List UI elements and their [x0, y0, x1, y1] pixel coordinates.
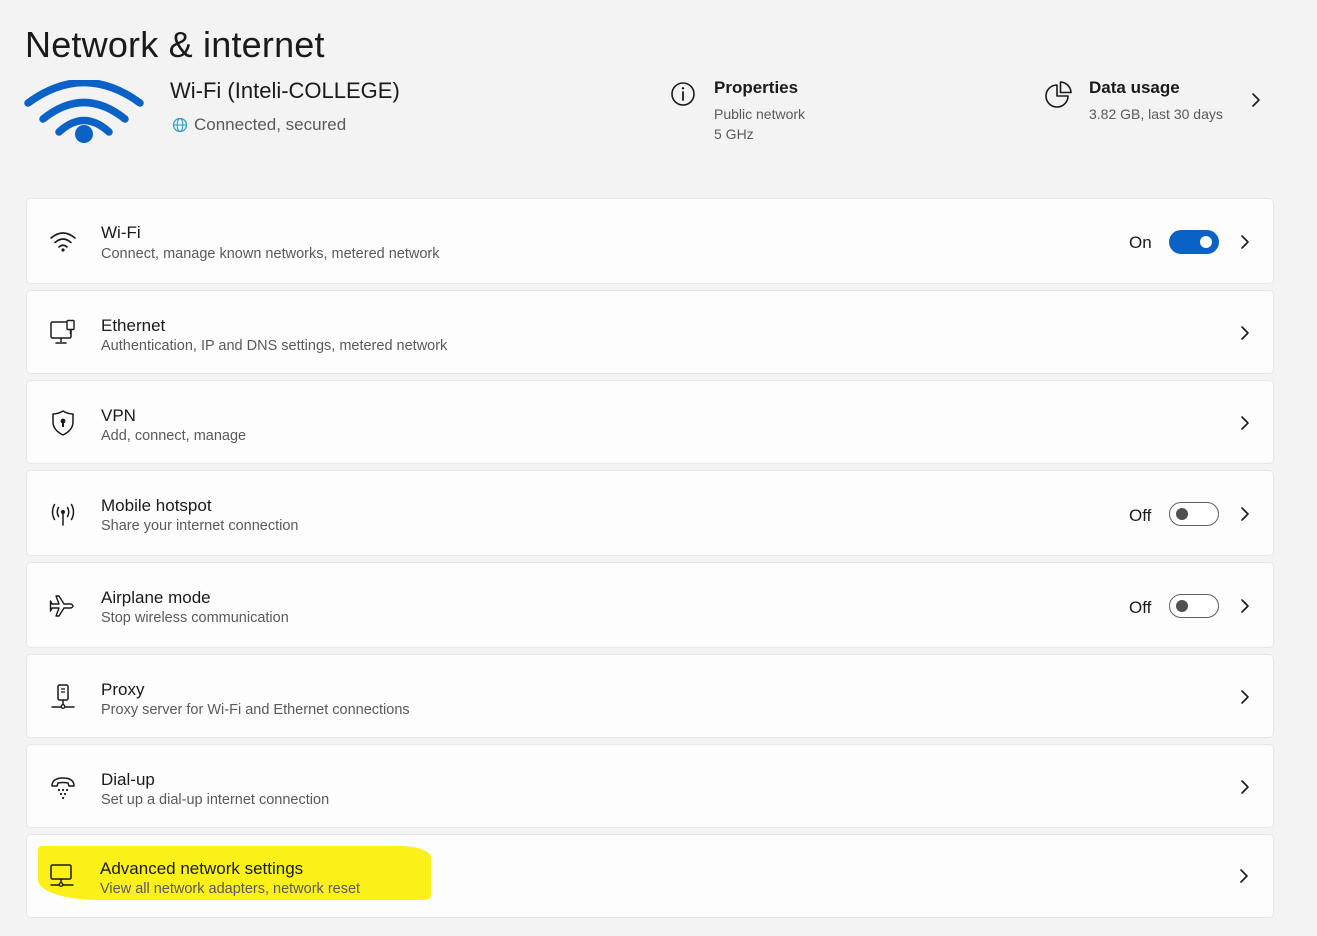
data-usage-detail: 3.82 GB, last 30 days	[1089, 106, 1223, 122]
item-subtitle: View all network adapters, network reset	[100, 881, 361, 897]
airplane-state-label: Off	[1129, 598, 1152, 617]
ethernet-icon	[50, 319, 75, 344]
settings-item-dial-up[interactable]: Dial-up Set up a dial-up internet connec…	[26, 744, 1274, 828]
chevron-right-icon	[1241, 235, 1249, 249]
data-usage-chevron-icon[interactable]	[1248, 90, 1264, 110]
item-subtitle: Connect, manage known networks, metered …	[101, 246, 440, 262]
chevron-right-icon	[1241, 416, 1249, 430]
proxy-icon	[51, 684, 75, 709]
item-title: Ethernet	[101, 316, 166, 335]
page-title: Network & internet	[25, 24, 325, 65]
settings-item-wifi[interactable]: Wi-Fi Connect, manage known networks, me…	[26, 198, 1274, 284]
item-title: Airplane mode	[101, 588, 211, 607]
properties-band: 5 GHz	[714, 126, 754, 142]
toggle-knob	[1200, 236, 1212, 248]
toggle-knob	[1176, 508, 1188, 520]
settings-item-vpn[interactable]: VPN Add, connect, manage	[26, 380, 1274, 464]
item-title: Proxy	[101, 680, 145, 699]
wifi-toggle[interactable]	[1169, 230, 1219, 254]
properties-network-type: Public network	[714, 106, 806, 122]
data-usage-title: Data usage	[1089, 78, 1180, 97]
hotspot-state-label: Off	[1129, 506, 1152, 525]
item-title: Advanced network settings	[100, 859, 304, 878]
chevron-right-icon	[1241, 507, 1249, 521]
item-subtitle: Add, connect, manage	[101, 428, 247, 444]
chevron-right-icon	[1241, 780, 1249, 794]
data-usage-link[interactable]: Data usage 3.82 GB, last 30 days	[1043, 78, 1223, 124]
connection-status-text: Connected, secured	[194, 115, 347, 134]
chevron-right-icon	[1241, 599, 1249, 613]
dialup-icon	[51, 777, 75, 800]
item-title: Mobile hotspot	[101, 496, 212, 515]
item-subtitle: Share your internet connection	[101, 518, 299, 534]
airplane-icon	[49, 595, 74, 617]
airplane-mode-toggle[interactable]	[1169, 594, 1219, 618]
hotspot-toggle[interactable]	[1169, 502, 1219, 526]
item-title: Dial-up	[101, 770, 155, 789]
wifi-large-icon	[24, 80, 144, 143]
item-subtitle: Proxy server for Wi-Fi and Ethernet conn…	[101, 702, 410, 718]
vpn-shield-icon	[52, 410, 74, 436]
item-title: Wi-Fi	[101, 223, 141, 242]
settings-item-airplane-mode[interactable]: Airplane mode Stop wireless communicatio…	[26, 562, 1274, 648]
item-subtitle: Authentication, IP and DNS settings, met…	[101, 338, 448, 354]
wifi-state-label: On	[1129, 233, 1152, 252]
chevron-right-icon	[1241, 326, 1249, 340]
connection-status: Connected, secured	[172, 115, 346, 135]
properties-title: Properties	[714, 78, 799, 97]
toggle-knob	[1176, 600, 1188, 612]
connection-name: Wi-Fi (Inteli-COLLEGE)	[170, 78, 400, 103]
chevron-right-icon	[1241, 690, 1249, 704]
info-icon	[671, 82, 695, 106]
item-subtitle: Set up a dial-up internet connection	[101, 792, 330, 808]
hotspot-icon	[51, 503, 75, 526]
advanced-network-icon	[50, 864, 74, 887]
settings-item-ethernet[interactable]: Ethernet Authentication, IP and DNS sett…	[26, 290, 1274, 374]
properties-link[interactable]: Properties Public network 5 GHz	[668, 78, 805, 144]
item-title: VPN	[101, 406, 136, 425]
item-subtitle: Stop wireless communication	[101, 610, 289, 626]
globe-icon	[172, 117, 188, 133]
chevron-right-icon	[1240, 869, 1248, 883]
settings-item-proxy[interactable]: Proxy Proxy server for Wi-Fi and Etherne…	[26, 654, 1274, 738]
wifi-icon	[50, 232, 76, 252]
pie-chart-icon	[1045, 81, 1072, 108]
settings-item-mobile-hotspot[interactable]: Mobile hotspot Share your internet conne…	[26, 470, 1274, 556]
